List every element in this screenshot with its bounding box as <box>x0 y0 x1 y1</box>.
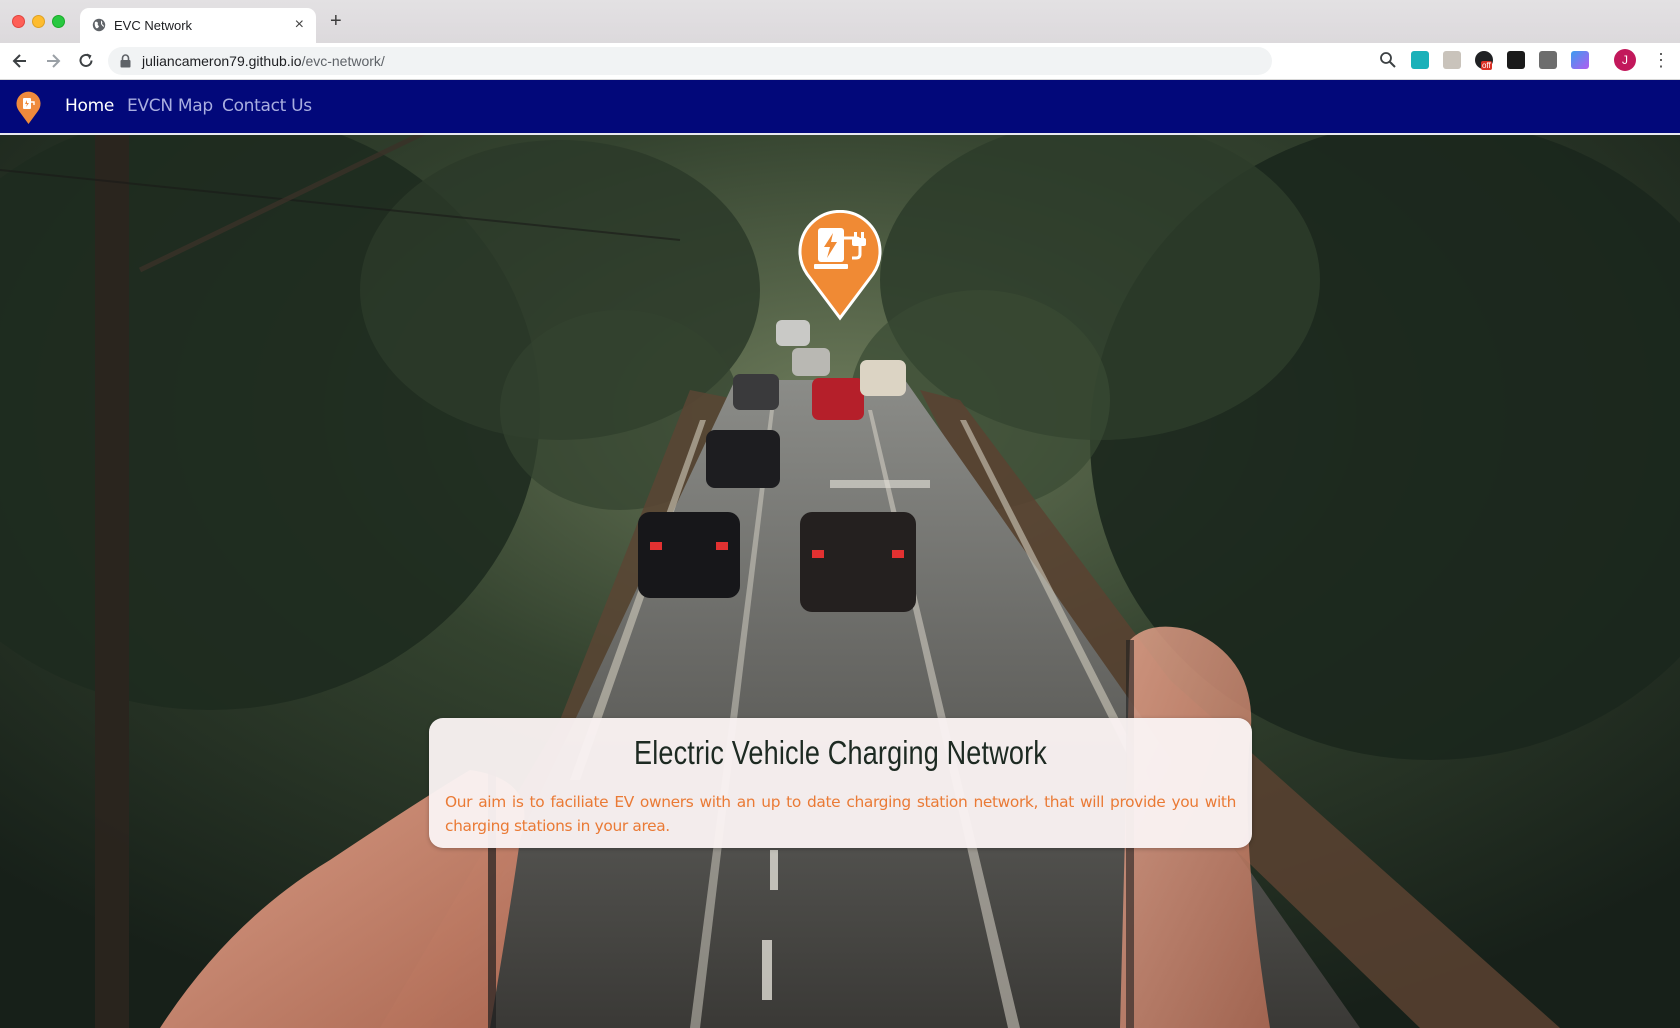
new-tab-button[interactable]: + <box>330 11 342 31</box>
charging-pin-logo-icon[interactable] <box>16 91 41 125</box>
extension-teal-icon[interactable] <box>1411 51 1429 69</box>
browser-toolbar: juliancameron79.github.io/evc-network/ o… <box>0 43 1680 80</box>
tab-title: EVC Network <box>114 18 193 33</box>
site-navbar: Home EVCN Map Contact Us <box>0 80 1680 135</box>
window-close-button[interactable] <box>12 15 25 28</box>
window-zoom-button[interactable] <box>52 15 65 28</box>
hero-description: Our aim is to faciliate EV owners with a… <box>445 793 1236 835</box>
nav-link-home[interactable]: Home <box>65 96 114 116</box>
charging-station-marker-icon <box>798 210 882 321</box>
globe-icon <box>92 18 106 32</box>
profile-avatar[interactable]: J <box>1614 49 1636 71</box>
forward-arrow-icon[interactable] <box>43 51 63 71</box>
window-minimize-button[interactable] <box>32 15 45 28</box>
nav-link-contact-us[interactable]: Contact Us <box>222 96 312 116</box>
extension-badge: off <box>1481 61 1492 70</box>
reload-icon[interactable] <box>76 51 96 71</box>
page-scrollbar[interactable] <box>1674 136 1680 1028</box>
extension-k-icon[interactable] <box>1507 51 1525 69</box>
browser-tab[interactable]: EVC Network × <box>80 8 316 43</box>
back-arrow-icon[interactable] <box>10 51 30 71</box>
browser-tab-bar: EVC Network × + <box>0 0 1680 43</box>
web-page: Home EVCN Map Contact Us Electric Vehicl… <box>0 80 1680 1028</box>
search-zoom-icon[interactable] <box>1379 51 1397 69</box>
extension-reader-icon[interactable] <box>1443 51 1461 69</box>
nav-link-evcn-map[interactable]: EVCN Map <box>127 96 213 116</box>
hero-info-card: Electric Vehicle Charging Network Our ai… <box>429 718 1252 848</box>
url-host: juliancameron79.github.io <box>142 53 302 69</box>
browser-menu-icon[interactable]: ⋮ <box>1652 49 1670 71</box>
url-path: /evc-network/ <box>301 53 385 69</box>
extension-off-icon[interactable]: off <box>1475 51 1493 70</box>
extension-gradient-icon[interactable] <box>1571 51 1589 69</box>
hero-title: Electric Vehicle Charging Network <box>634 734 1047 771</box>
url-text[interactable]: juliancameron79.github.io/evc-network/ <box>142 53 385 69</box>
address-bar[interactable]: juliancameron79.github.io/evc-network/ <box>108 47 1272 75</box>
lock-icon[interactable] <box>120 54 131 68</box>
extension-calculator-icon[interactable] <box>1539 51 1557 69</box>
tab-close-icon[interactable]: × <box>295 15 304 35</box>
